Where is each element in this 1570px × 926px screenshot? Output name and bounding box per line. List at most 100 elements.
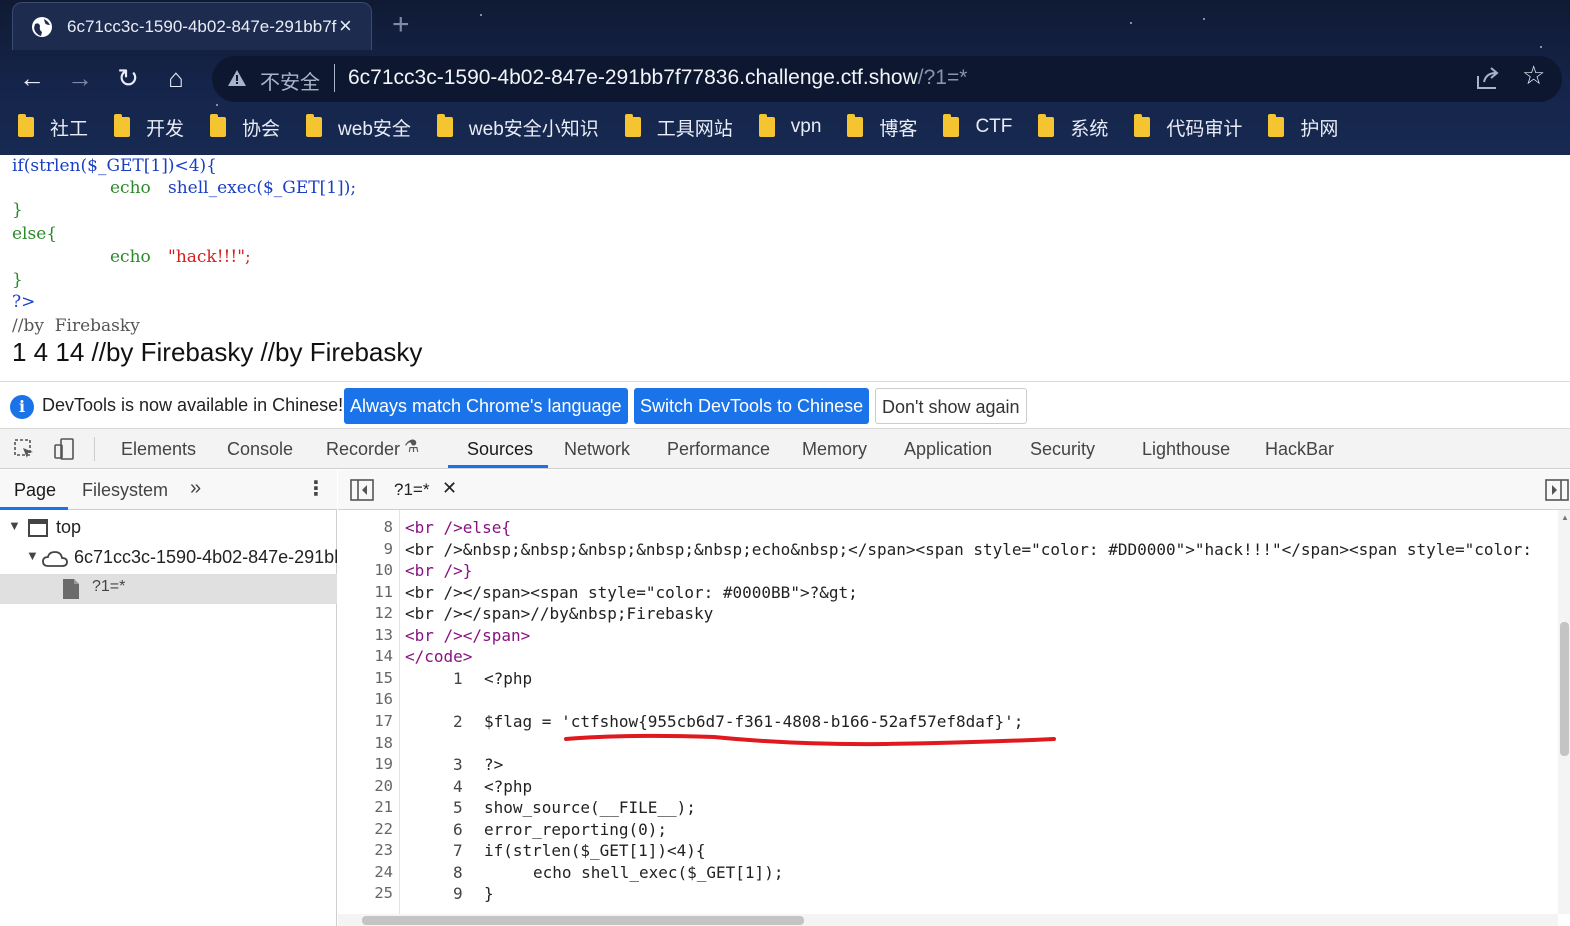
reload-icon[interactable]: ↻ (110, 60, 146, 96)
vertical-scroll-thumb[interactable] (1560, 622, 1569, 756)
caret-down-icon: ▼ (26, 548, 39, 563)
line-number[interactable]: 11 (374, 583, 393, 601)
line-number[interactable]: 22 (374, 820, 393, 838)
line-number[interactable]: 9 (384, 540, 393, 558)
source-line[interactable]: <br />else{ (405, 518, 511, 537)
back-icon[interactable]: ← (14, 60, 50, 96)
bookmark-folder[interactable]: 护网 (1268, 114, 1338, 141)
line-number[interactable]: 13 (374, 626, 393, 644)
source-line[interactable]: echo shell_exec($_GET[1]); (533, 863, 783, 882)
code-line: } (12, 270, 23, 290)
source-line[interactable]: if(strlen($_GET[1])<4){ (484, 841, 706, 860)
tab-hackbar[interactable]: HackBar (1265, 429, 1334, 469)
folder-icon (847, 114, 864, 137)
line-number[interactable]: 8 (384, 518, 393, 536)
source-line[interactable]: <br /></span> (405, 626, 530, 645)
source-line[interactable]: error_reporting(0); (484, 820, 667, 839)
line-number[interactable]: 20 (374, 777, 393, 795)
line-number[interactable]: 14 (374, 647, 393, 665)
source-line[interactable]: <br />&nbsp;&nbsp;&nbsp;&nbsp;&nbsp;echo… (405, 540, 1532, 559)
bookmark-folder[interactable]: 开发 (114, 114, 184, 141)
source-line[interactable]: <?php (484, 669, 532, 688)
kebab-menu-icon[interactable]: ⋮ (306, 476, 326, 501)
tab-sources[interactable]: Sources (467, 429, 533, 469)
toggle-navigator-icon[interactable] (350, 479, 374, 501)
source-line[interactable]: <?php (484, 777, 532, 796)
url-text[interactable]: 6c71cc3c-1590-4b02-847e-291bb7f77836.cha… (348, 66, 967, 90)
insecure-label[interactable]: 不安全 (260, 66, 320, 95)
flag-line[interactable]: $flag = 'ctfshow{955cb6d7-f361-4808-b166… (484, 712, 1023, 731)
line-number[interactable]: 25 (374, 884, 393, 902)
line-number[interactable]: 21 (374, 798, 393, 816)
tab-filesystem[interactable]: Filesystem (82, 480, 168, 501)
forward-icon[interactable]: → (62, 60, 98, 96)
tab-performance[interactable]: Performance (667, 429, 770, 469)
toggle-debugger-icon[interactable] (1545, 479, 1569, 501)
share-icon[interactable] (1474, 64, 1502, 92)
bookmark-folder[interactable]: 协会 (210, 114, 280, 141)
tab-console[interactable]: Console (227, 429, 293, 469)
inspect-element-icon[interactable] (12, 437, 36, 461)
line-number[interactable]: 16 (374, 690, 393, 708)
browser-tab[interactable]: 6c71cc3c-1590-4b02-847e-291bb7f77836.cha… (12, 2, 372, 50)
switch-to-chinese-button[interactable]: Switch DevTools to Chinese (634, 388, 870, 424)
bookmark-label: 协会 (242, 118, 281, 140)
home-icon[interactable]: ⌂ (158, 60, 194, 96)
line-number[interactable]: 23 (374, 841, 393, 859)
more-tabs-icon[interactable]: » (190, 477, 201, 500)
line-number[interactable]: 19 (374, 755, 393, 773)
source-editor: ?1=* ✕ 8 9 10 11 12 13 14 15 16 17 18 19… (338, 470, 1570, 926)
source-line[interactable]: ?> (484, 755, 503, 774)
bookmark-folder[interactable]: CTF (943, 114, 1012, 138)
inner-line-number: 8 (453, 863, 463, 882)
dont-show-again-button[interactable]: Don't show again (875, 388, 1027, 424)
vertical-scrollbar[interactable]: ▲ (1558, 510, 1570, 914)
tree-node-top[interactable]: ▼ top (0, 514, 337, 544)
horizontal-scrollbar[interactable] (338, 914, 1558, 926)
tab-lighthouse[interactable]: Lighthouse (1142, 429, 1230, 469)
source-line[interactable]: <br />} (405, 561, 472, 580)
line-number[interactable]: 18 (374, 734, 393, 752)
source-line[interactable]: </code> (405, 647, 472, 666)
line-number[interactable]: 12 (374, 604, 393, 622)
tab-network[interactable]: Network (564, 429, 630, 469)
source-line[interactable]: } (484, 884, 494, 903)
tab-application[interactable]: Application (904, 429, 992, 469)
warning-icon[interactable] (227, 68, 247, 88)
star-icon[interactable]: ☆ (1522, 60, 1545, 91)
bookmark-folder[interactable]: 系统 (1038, 114, 1108, 141)
source-line[interactable]: <br /></span>//by&nbsp;Firebasky (405, 604, 713, 623)
folder-icon (624, 114, 641, 137)
source-line[interactable]: <br /></span><span style="color: #0000BB… (405, 583, 858, 602)
scroll-up-icon[interactable]: ▲ (1561, 513, 1569, 522)
always-match-language-button[interactable]: Always match Chrome's language (344, 388, 628, 424)
bookmark-folder[interactable]: vpn (758, 114, 821, 138)
close-icon[interactable]: × (339, 13, 352, 39)
tree-node-domain[interactable]: ▼ 6c71cc3c-1590-4b02-847e-291bb7f77836.c… (0, 544, 337, 574)
bookmark-folder[interactable]: 代码审计 (1134, 114, 1242, 141)
tab-recorder[interactable]: Recorder (326, 429, 400, 469)
folder-icon (943, 114, 960, 137)
source-line[interactable]: show_source(__FILE__); (484, 798, 696, 817)
line-number[interactable]: 17 (374, 712, 393, 730)
tab-security[interactable]: Security (1030, 429, 1095, 469)
line-number[interactable]: 24 (374, 863, 393, 881)
tab-memory[interactable]: Memory (802, 429, 867, 469)
bookmark-folder[interactable]: web安全 (306, 114, 411, 141)
close-icon[interactable]: ✕ (442, 478, 457, 499)
open-file-tab[interactable]: ?1=* (394, 480, 429, 500)
line-number[interactable]: 10 (374, 561, 393, 579)
flask-icon: ⚗ (404, 437, 420, 456)
bookmark-folder[interactable]: web安全小知识 (436, 114, 599, 141)
bookmark-folder[interactable]: 工具网站 (624, 114, 733, 141)
horizontal-scroll-thumb[interactable] (362, 916, 804, 925)
bookmark-folder[interactable]: 博客 (847, 114, 917, 141)
tab-page[interactable]: Page (14, 480, 56, 501)
line-number[interactable]: 15 (374, 669, 393, 687)
device-toolbar-icon[interactable] (52, 437, 76, 461)
tab-elements[interactable]: Elements (121, 429, 196, 469)
tree-label: ?1=* (92, 578, 126, 595)
tree-node-file[interactable]: ?1=* (0, 574, 337, 604)
bookmark-folder[interactable]: 社工 (18, 114, 88, 141)
new-tab-icon[interactable]: + (392, 8, 410, 42)
